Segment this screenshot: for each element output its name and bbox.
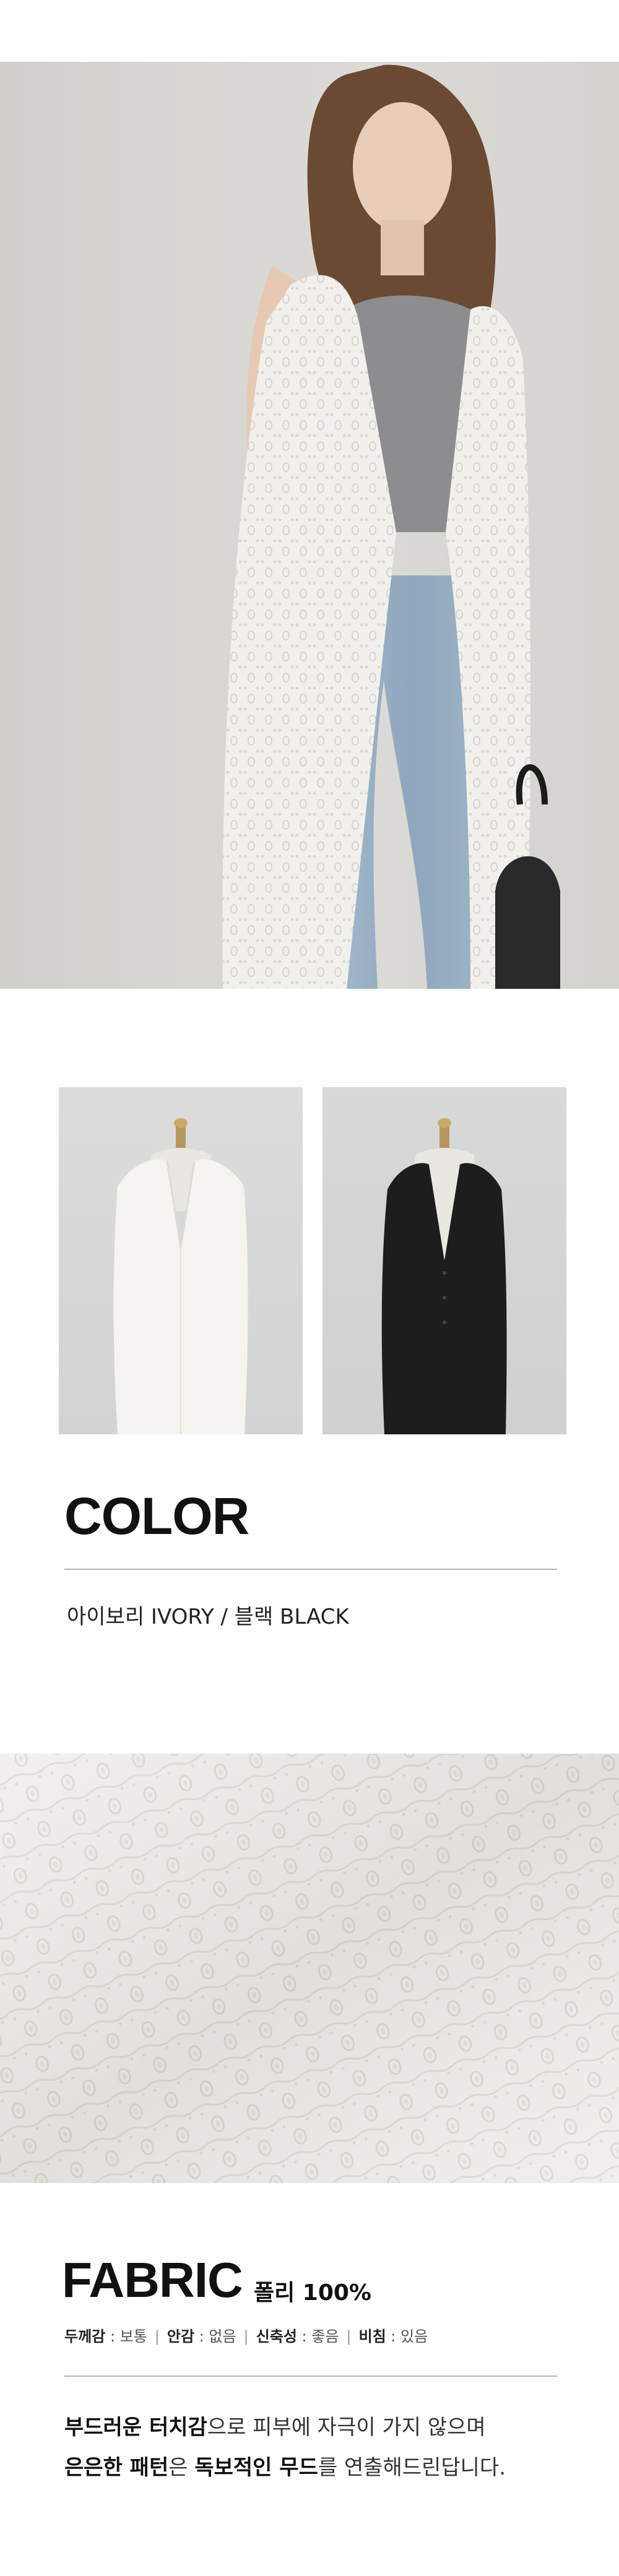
- spec-label: 두께감: [64, 2328, 106, 2345]
- spec-label: 비침: [358, 2328, 386, 2345]
- fabric-specs: 두께감 : 보통 | 안감 : 없음 | 신축성 : 좋음 | 비침 : 있음: [64, 2328, 428, 2345]
- spec-lining: 안감 : 없음: [167, 2328, 236, 2345]
- fabric-divider: [64, 2376, 557, 2377]
- desc-highlight: 부드러운 터치감: [64, 2415, 207, 2440]
- desc-highlight: 은은한 패턴: [64, 2455, 169, 2480]
- fabric-description-line-1: 부드러운 터치감으로 피부에 자극이 가지 않으며: [64, 2410, 486, 2440]
- model-illustration: [0, 62, 619, 989]
- spec-thickness: 두께감 : 보통: [64, 2328, 147, 2345]
- desc-text: 은: [168, 2455, 195, 2480]
- spec-label: 신축성: [256, 2328, 297, 2345]
- spec-value: 있음: [400, 2328, 428, 2345]
- color-section-title: COLOR: [64, 1487, 249, 1545]
- ivory-vest-on-mannequin: [113, 1118, 248, 1434]
- spec-stretch: 신축성 : 좋음: [256, 2328, 339, 2345]
- eyelet-fabric-texture: [0, 1754, 619, 2183]
- color-divider: [64, 1569, 557, 1570]
- fabric-closeup-photo: [0, 1754, 619, 2183]
- fabric-section-title: FABRIC: [62, 2252, 243, 2307]
- swatch-ivory-photo: [59, 1087, 303, 1434]
- hero-photo: [0, 62, 619, 989]
- spec-label: 안감: [167, 2328, 195, 2345]
- spec-value: 보통: [119, 2328, 147, 2345]
- spec-value: 좋음: [311, 2328, 339, 2345]
- fabric-material: 폴리 100%: [254, 2280, 371, 2306]
- swatch-black-photo: [322, 1087, 566, 1434]
- desc-text: 를 연출해드린답니다.: [318, 2455, 506, 2480]
- color-options-text: 아이보리 IVORY / 블랙 BLACK: [67, 1605, 349, 1629]
- black-vest-on-mannequin: [381, 1118, 507, 1434]
- fabric-description-line-2: 은은한 패턴은 독보적인 무드를 연출해드린답니다.: [64, 2450, 506, 2481]
- desc-highlight: 독보적인 무드: [194, 2455, 318, 2480]
- desc-text: 으로 피부에 자극이 가지 않으며: [207, 2415, 486, 2440]
- spec-sheerness: 비침 : 있음: [358, 2328, 428, 2345]
- spec-value: 없음: [209, 2328, 236, 2345]
